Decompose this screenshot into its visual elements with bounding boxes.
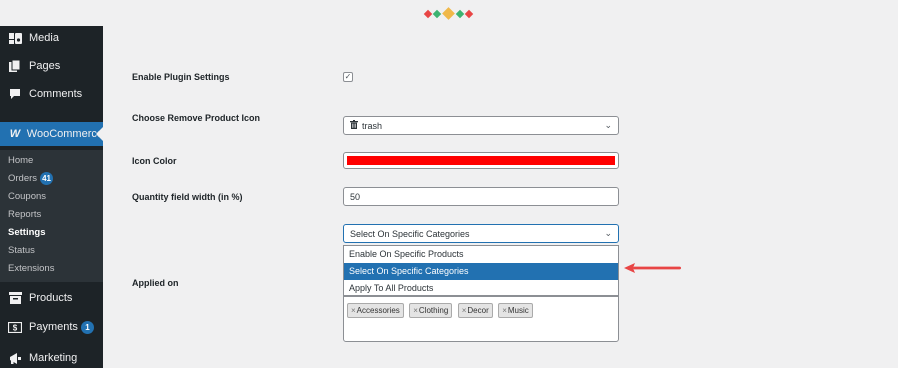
submenu-item-label: Settings (8, 227, 46, 238)
submenu-item-extensions[interactable]: Extensions (8, 261, 54, 277)
icon-color-label: Icon Color (132, 156, 177, 166)
submenu-item-orders[interactable]: Orders 41 (8, 171, 54, 187)
remove-tag-icon[interactable]: × (502, 306, 507, 315)
svg-text:$: $ (13, 323, 18, 332)
submenu-item-status[interactable]: Status (8, 243, 35, 259)
chevron-down-icon: ⌄ (604, 120, 612, 130)
submenu-item-label: Status (8, 245, 35, 256)
top-bar (0, 0, 898, 26)
submenu-item-coupons[interactable]: Coupons (8, 189, 46, 205)
highlight-arrow-icon (624, 263, 681, 273)
remove-icon-select[interactable]: trash ⌄ (343, 116, 619, 135)
woocommerce-icon: W (9, 128, 21, 140)
chevron-down-icon: ⌄ (604, 228, 612, 238)
enable-plugin-checkbox[interactable]: ✓ (343, 72, 353, 82)
products-icon (8, 291, 22, 305)
enable-plugin-label: Enable Plugin Settings (132, 72, 230, 82)
pages-icon (8, 59, 22, 73)
payments-icon: $ (8, 320, 22, 334)
sidebar-item-comments[interactable]: Comments (0, 82, 103, 106)
settings-content: Enable Plugin Settings ✓ Choose Remove P… (103, 26, 898, 368)
sidebar-item-pages[interactable]: Pages (0, 54, 103, 78)
sidebar-item-label: Marketing (29, 352, 78, 364)
icon-color-swatch (347, 156, 615, 165)
remove-tag-icon[interactable]: × (462, 306, 467, 315)
submenu-item-label: Reports (8, 209, 42, 220)
submenu-item-label: Extensions (8, 263, 55, 274)
applied-on-value: Select On Specific Categories (350, 228, 470, 239)
remove-tag-icon[interactable]: × (351, 306, 356, 315)
qty-width-label: Quantity field width (in %) (132, 192, 243, 202)
submenu-item-label: Home (8, 155, 34, 166)
sidebar-item-label: WooCommerce (26, 128, 103, 140)
admin-sidebar: Media Pages Comments W WooCommerce Home … (0, 26, 103, 368)
applied-on-select[interactable]: Select On Specific Categories ⌄ (343, 224, 619, 243)
loading-diamonds-icon (423, 7, 477, 20)
sidebar-item-label: Comments (29, 88, 83, 100)
woocommerce-submenu: Home Orders 41 Coupons Reports Settings S… (0, 150, 103, 282)
submenu-item-label: Coupons (8, 191, 47, 202)
submenu-item-reports[interactable]: Reports (8, 207, 41, 223)
sidebar-item-label: Pages (29, 60, 61, 72)
icon-color-picker[interactable] (343, 152, 619, 169)
category-tag[interactable]: ×Music (498, 303, 533, 318)
sidebar-item-media[interactable]: Media (0, 26, 103, 50)
remove-icon-value: trash (362, 120, 383, 131)
category-tag[interactable]: ×Accessories (347, 303, 404, 318)
orders-count-badge: 41 (40, 172, 54, 185)
sidebar-item-products[interactable]: Products (0, 286, 103, 310)
option-specific-products[interactable]: Enable On Specific Products (344, 246, 618, 263)
submenu-item-label: Orders (8, 173, 38, 184)
submenu-item-settings[interactable]: Settings (8, 225, 45, 241)
trash-icon (350, 120, 358, 131)
sidebar-item-label: Products (29, 292, 73, 304)
marketing-icon (8, 351, 22, 365)
current-menu-arrow-icon (96, 127, 103, 141)
option-all-products[interactable]: Apply To All Products (344, 280, 618, 297)
sidebar-item-marketing[interactable]: Marketing (0, 346, 103, 368)
media-icon (8, 31, 22, 45)
sidebar-item-label: Payments (29, 321, 78, 333)
sidebar-item-payments[interactable]: $ Payments 1 (0, 315, 103, 339)
sidebar-item-woocommerce[interactable]: W WooCommerce (0, 122, 103, 146)
applied-on-options: Enable On Specific Products Select On Sp… (343, 245, 619, 296)
categories-multiselect[interactable]: ×Accessories ×Clothing ×Decor ×Music (343, 296, 619, 342)
applied-on-label: Applied on (132, 278, 179, 288)
option-specific-categories[interactable]: Select On Specific Categories (344, 263, 618, 280)
remove-tag-icon[interactable]: × (413, 306, 418, 315)
comments-icon (8, 87, 22, 101)
category-tag[interactable]: ×Clothing (409, 303, 453, 318)
submenu-item-home[interactable]: Home (8, 153, 33, 169)
sidebar-item-label: Media (29, 32, 59, 44)
qty-width-input[interactable]: 50 (343, 187, 619, 206)
remove-icon-label: Choose Remove Product Icon (132, 113, 261, 123)
payments-count-badge: 1 (80, 320, 94, 334)
category-tag[interactable]: ×Decor (457, 303, 493, 318)
